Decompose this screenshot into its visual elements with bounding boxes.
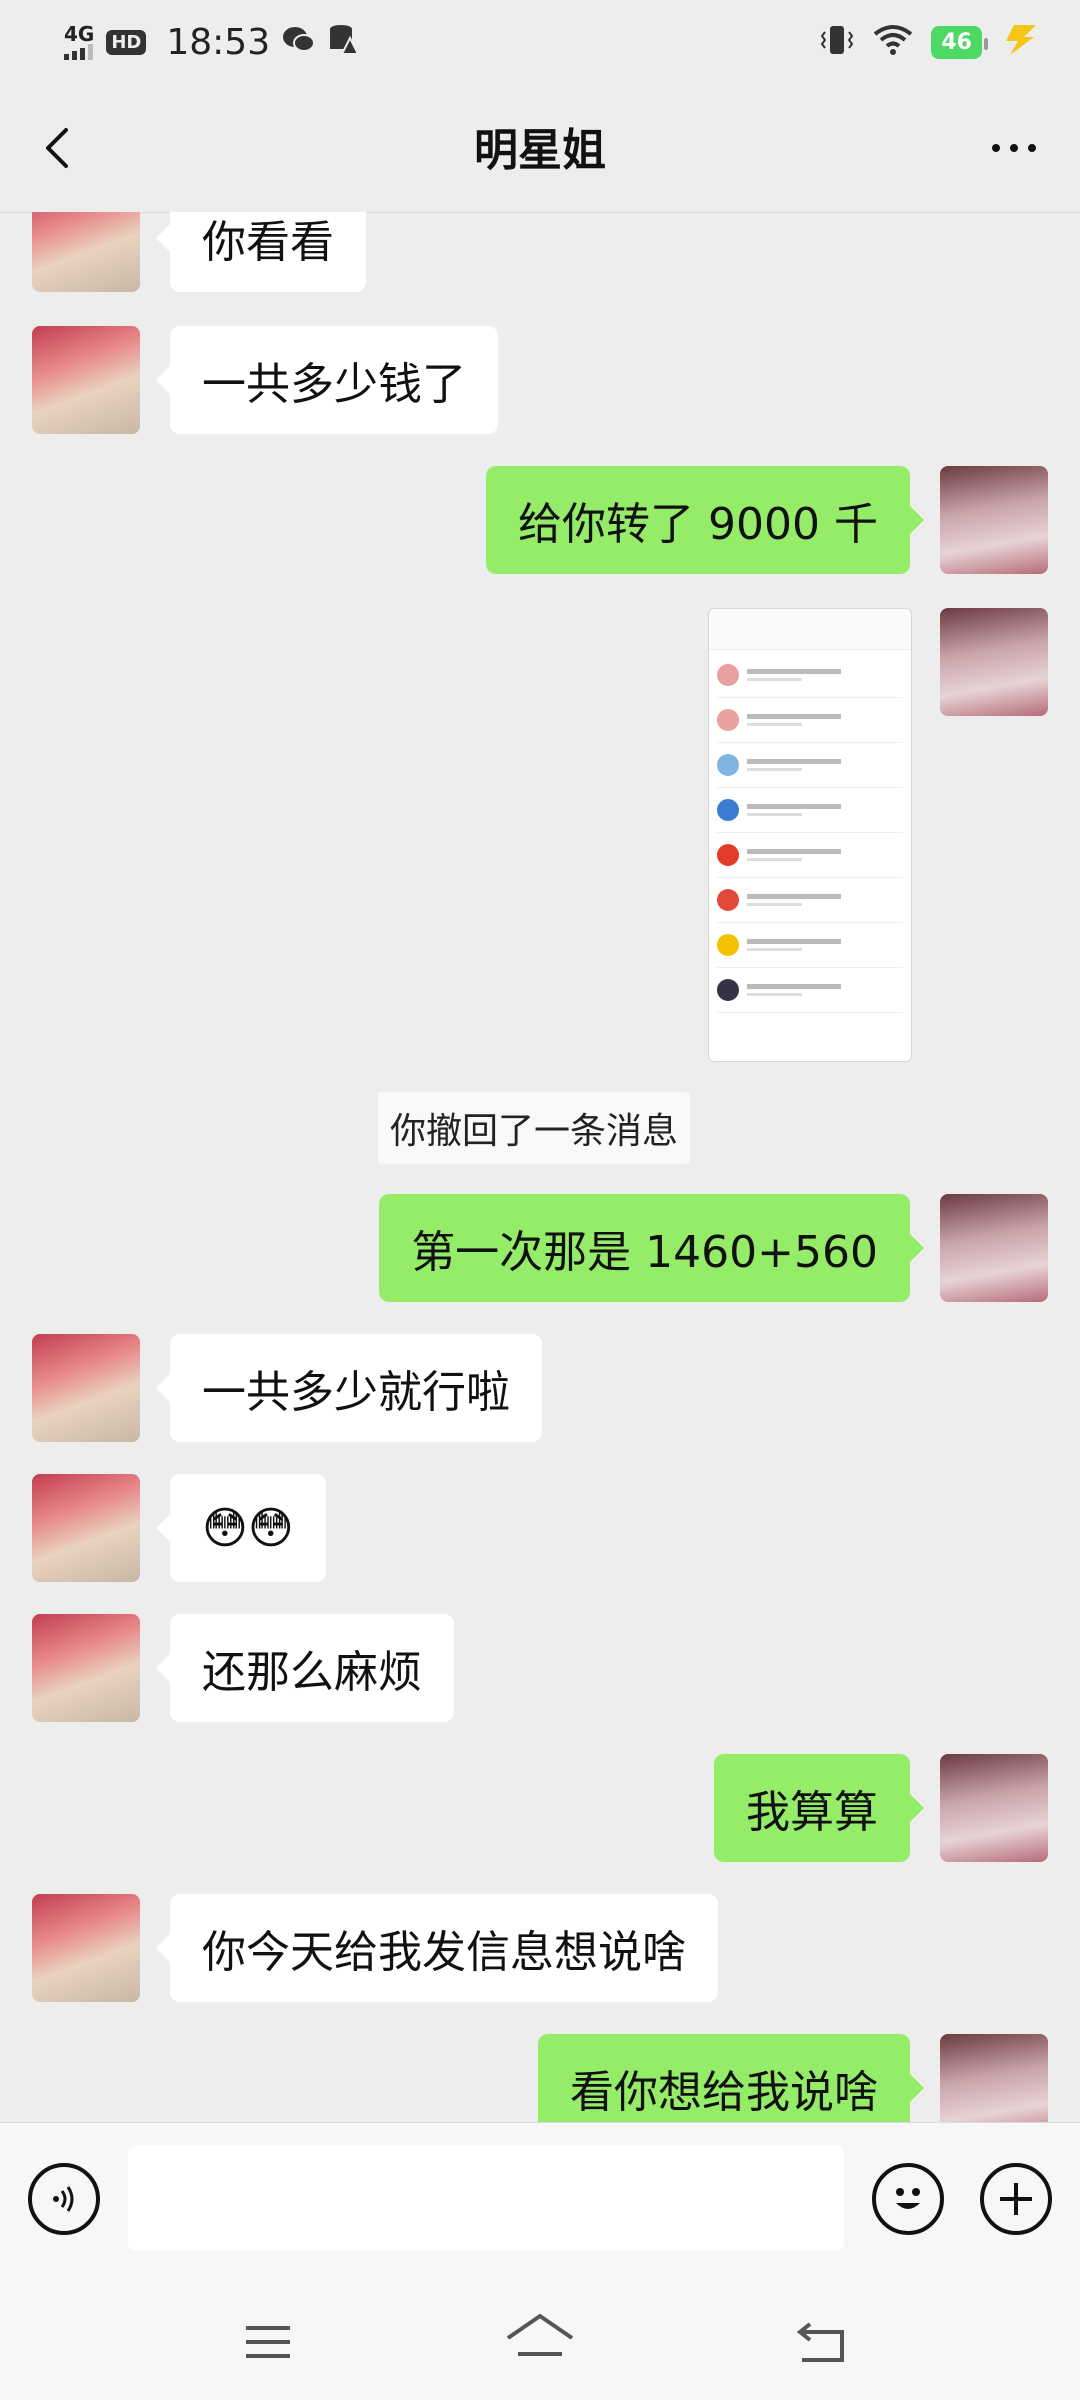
image-thumbnail-header [709,609,911,650]
back-nav-button[interactable] [790,2310,854,2374]
contact-avatar[interactable] [32,1334,140,1442]
menu-button[interactable] [236,2310,300,2374]
chat-title: 明星姐 [474,125,606,176]
contact-avatar[interactable] [32,1614,140,1722]
message-bubble[interactable]: 还那么麻烦 [156,1614,454,1722]
emoji-icon [896,2188,920,2209]
battery-icon: 46 [931,25,988,59]
message-bubble[interactable]: 看你想给我说啥 [538,2034,924,2122]
message-bubble[interactable]: 你今天给我发信息想说啥 [156,1894,718,2002]
message-bubble[interactable]: 一共多少钱了 [156,326,498,434]
home-icon [506,2313,574,2356]
my-avatar[interactable] [940,1754,1048,1862]
status-left: 4G HD 18:53 [64,18,360,66]
message-list[interactable]: 你看看 一共多少钱了 给你转了 9000 千 你撤回了一条消息 第一次那是 14… [0,212,1080,2122]
message-bubble[interactable]: 一共多少就行啦 [156,1334,542,1442]
contact-avatar[interactable] [32,326,140,434]
emoji-button[interactable] [872,2163,944,2235]
my-avatar[interactable] [940,466,1048,574]
chat-header: 明星姐 [0,84,1080,213]
image-thumbnail-row [717,923,903,968]
contact-avatar[interactable] [32,212,140,292]
back-icon [796,2322,844,2362]
image-thumbnail-row [717,833,903,878]
status-bar: 4G HD 18:53 46 [0,0,1080,84]
plus-button[interactable] [980,2163,1052,2235]
image-thumbnail-row [717,788,903,833]
message-input[interactable] [128,2145,844,2251]
more-button[interactable] [984,118,1044,178]
input-bar [0,2122,1080,2281]
system-navigation-bar [0,2280,1080,2400]
emoji-message[interactable]: 😳😳 [156,1474,326,1582]
my-avatar[interactable] [940,1194,1048,1302]
home-button[interactable] [502,2306,578,2376]
network-type: 4G [64,22,95,46]
plus-icon [1000,2183,1032,2215]
menu-icon [246,2326,290,2358]
vibrate-icon [819,22,855,62]
wechat-icon [282,25,316,59]
message-bubble[interactable]: 我算算 [714,1754,924,1862]
message-bubble[interactable]: 第一次那是 1460+560 [379,1194,924,1302]
status-right: 46 [819,20,1040,64]
image-thumbnail-row [717,878,903,923]
recall-notice: 你撤回了一条消息 [378,1092,691,1164]
image-message[interactable] [708,608,912,1062]
message-bubble[interactable]: 你看看 [156,212,366,292]
my-avatar[interactable] [940,2034,1048,2122]
contact-avatar[interactable] [32,1474,140,1582]
clock: 18:53 [166,21,271,63]
image-thumbnail-row [717,968,903,1013]
image-thumbnail-row [717,698,903,743]
storage-warning-icon [328,24,360,60]
charging-icon [1000,25,1040,59]
signal-icon: 4G [64,24,94,60]
hd-badge: HD [106,29,147,55]
voice-icon [53,2186,74,2212]
wifi-icon [873,24,913,60]
image-thumbnail-row [717,653,903,698]
message-bubble[interactable]: 给你转了 9000 千 [486,466,924,574]
more-dots-icon [992,144,1036,152]
image-thumbnail-row [717,743,903,788]
voice-button[interactable] [28,2163,100,2235]
contact-avatar[interactable] [32,1894,140,2002]
my-avatar[interactable] [940,608,1048,716]
